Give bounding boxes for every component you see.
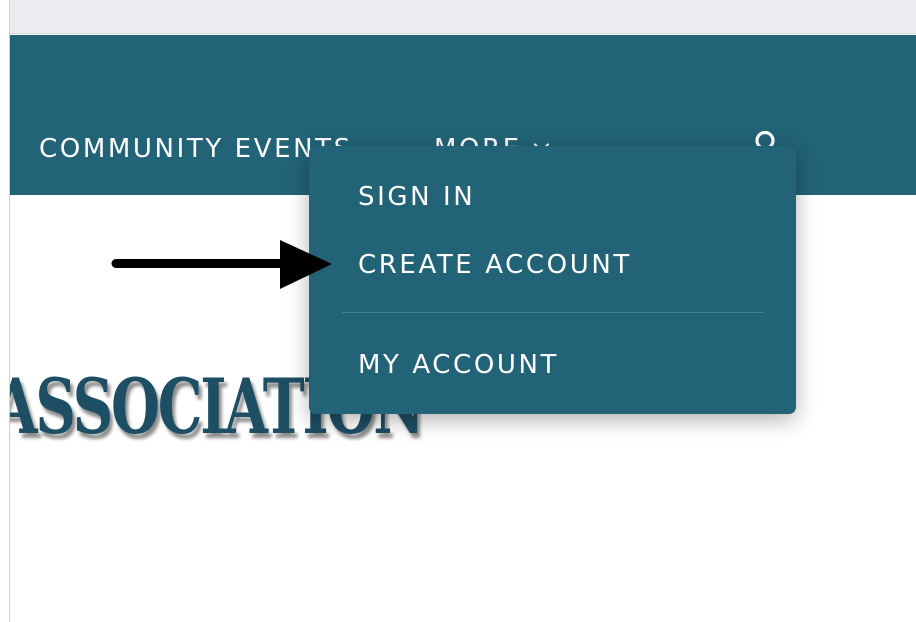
menu-divider (342, 312, 764, 313)
account-dropdown-menu: SIGN IN CREATE ACCOUNT MY ACCOUNT (309, 146, 796, 414)
window-left-edge (0, 0, 10, 622)
nav-community-events[interactable]: COMMUNITY EVENTS (39, 133, 353, 165)
menu-item-create-account[interactable]: CREATE ACCOUNT (358, 249, 632, 281)
browser-top-strip (0, 0, 916, 34)
arrow-right-icon (111, 240, 332, 289)
menu-item-my-account[interactable]: MY ACCOUNT (358, 349, 559, 381)
menu-item-sign-in[interactable]: SIGN IN (358, 181, 475, 213)
